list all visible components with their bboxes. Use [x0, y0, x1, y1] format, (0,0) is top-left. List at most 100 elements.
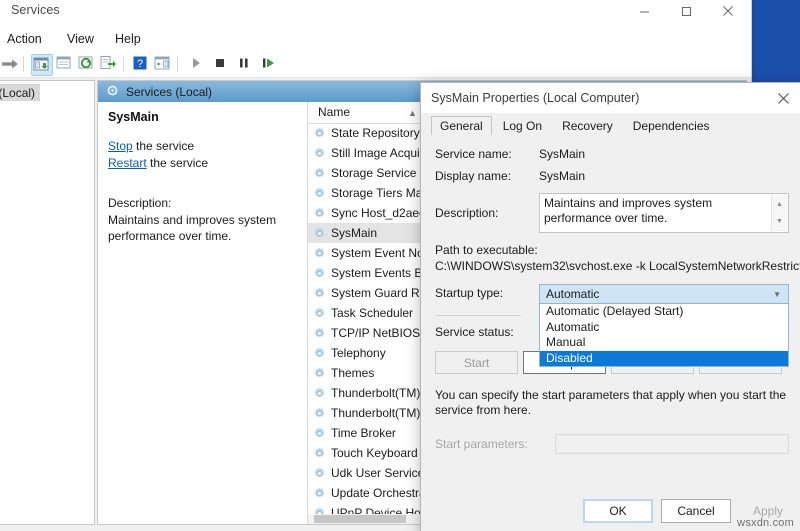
- pause-service-icon[interactable]: [235, 54, 255, 74]
- startup-type-combobox[interactable]: Automatic ▼: [539, 284, 789, 304]
- dialog-close-button[interactable]: [763, 83, 800, 113]
- minimize-button[interactable]: [623, 0, 665, 27]
- startup-type-option[interactable]: Manual: [540, 335, 788, 351]
- service-row-label: State Repository S: [331, 126, 431, 140]
- close-button[interactable]: [707, 0, 749, 27]
- tab-general[interactable]: General: [431, 116, 492, 136]
- menu-help[interactable]: Help: [109, 31, 147, 47]
- window-titlebar: Services: [0, 0, 751, 27]
- service-gear-icon: [313, 427, 326, 440]
- startup-type-label: Startup type:: [435, 286, 533, 300]
- menu-action[interactable]: Action: [1, 31, 48, 47]
- export-list-icon[interactable]: [99, 54, 119, 74]
- service-gear-icon: [313, 407, 326, 420]
- tab-log-on[interactable]: Log On: [494, 116, 551, 136]
- tab-dependencies[interactable]: Dependencies: [624, 116, 719, 136]
- service-row-label: Touch Keyboard a: [331, 446, 428, 460]
- startup-type-option[interactable]: Disabled: [540, 351, 788, 367]
- service-gear-icon: [313, 227, 326, 240]
- service-row-label: Telephony: [331, 346, 386, 360]
- startup-type-options[interactable]: Automatic (Delayed Start)AutomaticManual…: [539, 304, 789, 367]
- service-gear-icon: [313, 147, 326, 160]
- service-row-label: Themes: [331, 366, 374, 380]
- scroll-up-icon[interactable]: ▲: [772, 197, 787, 212]
- start-parameters-label: Start parameters:: [435, 437, 528, 451]
- maximize-button[interactable]: [665, 0, 707, 27]
- service-properties-dialog: SysMain Properties (Local Computer) Gene…: [420, 82, 800, 531]
- start-service-icon[interactable]: [187, 54, 207, 74]
- console-tree-pane: Services (Local): [0, 80, 95, 525]
- dialog-title: SysMain Properties (Local Computer): [431, 91, 639, 105]
- cancel-button[interactable]: Cancel: [661, 499, 731, 523]
- service-row-label: Storage Tiers Man: [331, 186, 429, 200]
- service-gear-icon: [313, 307, 326, 320]
- chevron-down-icon[interactable]: ▼: [773, 290, 781, 299]
- sort-ascending-icon: ▲: [408, 108, 417, 118]
- display-name-label: Display name:: [435, 169, 533, 183]
- pane-header-label: Services (Local): [126, 85, 212, 99]
- service-gear-icon: [313, 287, 326, 300]
- forward-arrow-icon[interactable]: [0, 54, 19, 74]
- dialog-titlebar: SysMain Properties (Local Computer): [421, 83, 800, 113]
- dialog-tabs: General Log On Recovery Dependencies: [421, 113, 800, 136]
- stop-service-row: Stop the service: [108, 138, 297, 155]
- service-row-label: Update Orchestrat: [331, 486, 429, 500]
- startup-type-option[interactable]: Automatic (Delayed Start): [540, 304, 788, 320]
- detail-description-text: Maintains and improves system performanc…: [108, 212, 297, 245]
- service-name-label: Service name:: [435, 147, 533, 161]
- tab-recovery[interactable]: Recovery: [553, 116, 622, 136]
- description-textbox[interactable]: Maintains and improves system performanc…: [539, 193, 789, 233]
- service-gear-icon: [313, 267, 326, 280]
- start-parameters-input[interactable]: [555, 434, 789, 454]
- services-gear-icon: [106, 84, 119, 100]
- startup-type-option[interactable]: Automatic: [540, 320, 788, 336]
- menu-view[interactable]: View: [61, 31, 100, 47]
- stop-service-suffix: the service: [133, 139, 194, 153]
- service-gear-icon: [313, 447, 326, 460]
- service-gear-icon: [313, 327, 326, 340]
- restart-service-suffix: the service: [147, 156, 208, 170]
- section-divider: [435, 315, 521, 316]
- scroll-down-icon[interactable]: ▼: [772, 214, 787, 229]
- service-row-label: System Events Bro: [331, 266, 433, 280]
- service-row-label: Still Image Acquisi: [331, 146, 428, 160]
- refresh-icon[interactable]: [77, 54, 97, 74]
- service-gear-icon: [313, 367, 326, 380]
- show-hide-console-tree-icon[interactable]: [31, 54, 53, 76]
- service-gear-icon: [313, 387, 326, 400]
- window-controls: [623, 0, 749, 27]
- service-row-label: System Event Noti: [331, 246, 430, 260]
- service-row-label: Task Scheduler: [331, 306, 413, 320]
- service-row-label: Thunderbolt(TM) A: [331, 386, 431, 400]
- start-service-button: Start: [435, 351, 518, 374]
- description-scrollbar[interactable]: ▲ ▼: [771, 195, 787, 231]
- service-row-label: Time Broker: [331, 426, 396, 440]
- dialog-body: Service name: SysMain Display name: SysM…: [421, 135, 800, 489]
- stop-service-icon[interactable]: [211, 54, 231, 74]
- stop-service-link[interactable]: Stop: [108, 139, 133, 153]
- description-value: Maintains and improves system performanc…: [544, 196, 712, 225]
- scrollbar-thumb[interactable]: [314, 515, 406, 523]
- service-row-label: SysMain: [331, 226, 377, 240]
- restart-service-icon[interactable]: [259, 54, 279, 74]
- restart-service-link[interactable]: Restart: [108, 156, 147, 170]
- help-icon[interactable]: ?: [131, 54, 151, 74]
- description-label: Description:: [435, 206, 533, 220]
- ok-button[interactable]: OK: [583, 499, 653, 523]
- start-parameters-row: Start parameters:: [435, 434, 789, 458]
- service-gear-icon: [313, 187, 326, 200]
- path-label: Path to executable:: [435, 243, 789, 257]
- properties-icon[interactable]: [55, 54, 75, 74]
- service-gear-icon: [313, 207, 326, 220]
- detail-description-label: Description:: [108, 195, 297, 212]
- service-row-label: UPnP Device Host: [331, 506, 430, 514]
- watermark: wsxdn.com: [737, 517, 794, 529]
- show-hide-action-pane-icon[interactable]: [153, 54, 173, 74]
- tree-item-services-local[interactable]: Services (Local): [0, 84, 40, 101]
- window-title: Services: [11, 3, 60, 17]
- description-row: Description: Maintains and improves syst…: [435, 193, 789, 239]
- service-row-label: Thunderbolt(TM) F: [331, 406, 431, 420]
- start-parameters-help: You can specify the start parameters tha…: [435, 388, 789, 418]
- detail-service-title: SysMain: [108, 110, 297, 124]
- service-row-label: Storage Service: [331, 166, 416, 180]
